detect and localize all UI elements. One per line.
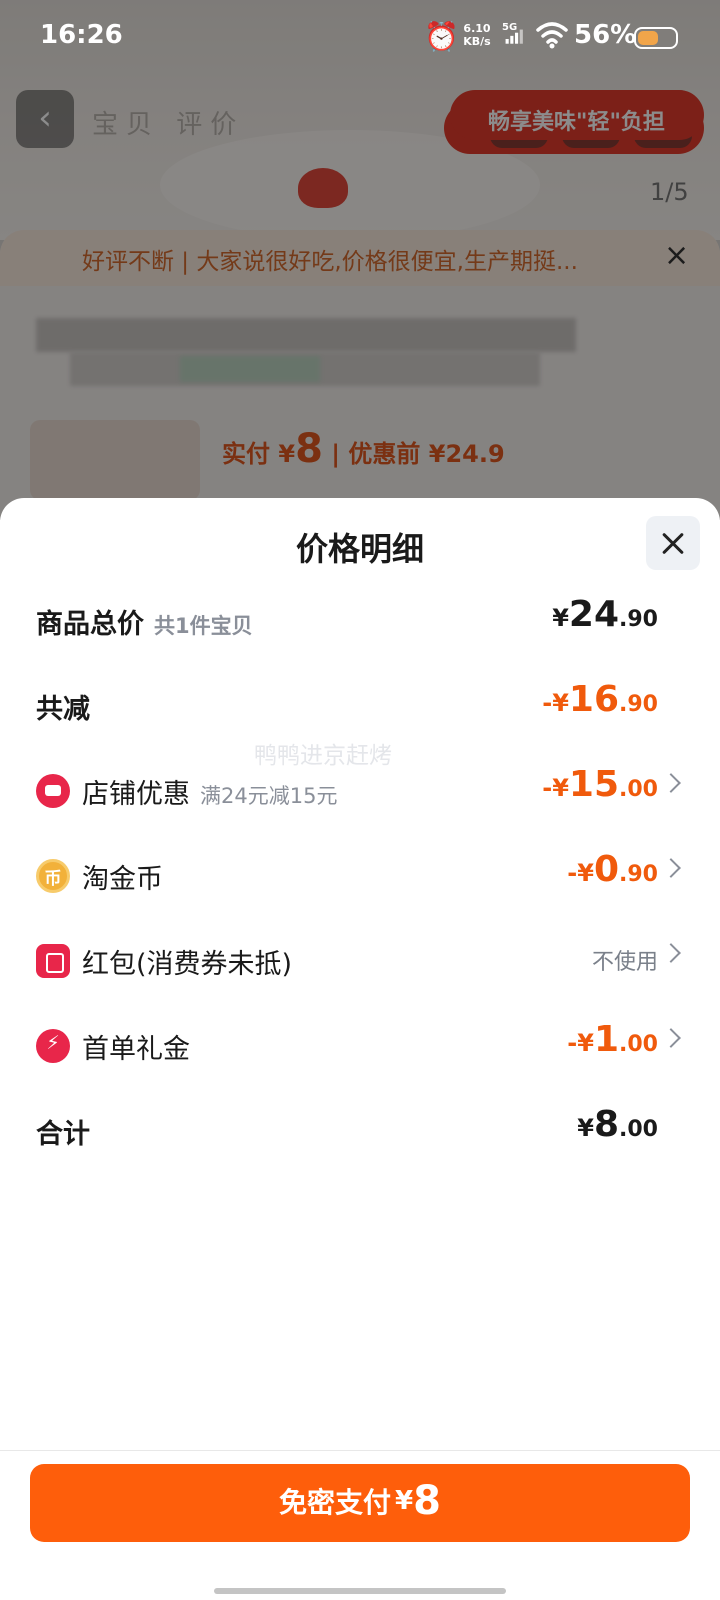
subtotal-amount: ¥24.90 — [552, 594, 658, 635]
battery-percent: 56% — [574, 20, 637, 50]
store-discount-row[interactable]: 店铺优惠 满24元减15元 -¥15.00 — [0, 760, 720, 820]
network-speed: 6.10 KB/s — [463, 22, 491, 48]
battery-icon — [634, 27, 678, 49]
chevron-right-icon — [661, 943, 681, 963]
row-label: 淘金币 — [82, 864, 163, 895]
row-label: 商品总价 共1件宝贝 — [36, 609, 253, 640]
status-time: 16:26 — [40, 20, 123, 50]
footer-divider — [0, 1450, 720, 1451]
first-order-gift-amount: -¥1.00 — [567, 1019, 658, 1060]
discount-rule: 满24元减15元 — [200, 784, 338, 808]
alarm-icon: ⏰ — [424, 20, 459, 53]
red-packet-icon — [36, 944, 70, 978]
red-packet-status: 不使用 — [591, 950, 658, 975]
chevron-right-icon — [661, 858, 681, 878]
lightning-icon — [36, 1029, 70, 1063]
signal-icon — [505, 29, 523, 44]
coin-discount-row[interactable]: 淘金币 -¥0.90 — [0, 845, 720, 905]
store-discount-amount: -¥15.00 — [542, 764, 658, 805]
home-indicator[interactable] — [214, 1588, 506, 1594]
row-label: 共减 — [36, 694, 90, 725]
total-row: 合计 ¥8.00 — [0, 1100, 720, 1160]
pay-amount: 8 — [413, 1478, 441, 1524]
pay-button[interactable]: 免密支付 ¥8 — [30, 1464, 690, 1542]
pay-currency: ¥ — [395, 1486, 414, 1516]
price-detail-sheet: 价格明细 鸭鸭进京赶烤 商品总价 共1件宝贝 ¥24.90 共减 -¥16.90 … — [0, 498, 720, 1600]
battery-fill — [638, 31, 658, 45]
close-button[interactable] — [646, 516, 700, 570]
row-label: 首单礼金 — [82, 1034, 190, 1065]
coin-icon — [36, 859, 70, 893]
background-product-page: ‹ 宝贝 评价 ↗ 56 ··· 畅享美味"轻"负担 1/5 好评不断 | 大家… — [0, 0, 720, 520]
row-label: 红包(消费券未抵) — [82, 949, 293, 980]
chevron-right-icon — [661, 773, 681, 793]
coin-discount-amount: -¥0.90 — [567, 849, 658, 890]
row-label: 店铺优惠 满24元减15元 — [82, 779, 338, 810]
wifi-icon — [536, 22, 568, 49]
row-label: 合计 — [36, 1119, 90, 1150]
item-count: 共1件宝贝 — [154, 614, 253, 638]
subtotal-row: 商品总价 共1件宝贝 ¥24.90 — [0, 590, 720, 650]
modal-overlay[interactable] — [0, 0, 720, 520]
pay-label: 免密支付 — [279, 1486, 392, 1519]
total-amount: ¥8.00 — [577, 1104, 658, 1145]
first-order-gift-row[interactable]: 首单礼金 -¥1.00 — [0, 1015, 720, 1075]
red-packet-row[interactable]: 红包(消费券未抵) 不使用 — [0, 930, 720, 990]
total-discount-row: 共减 -¥16.90 — [0, 675, 720, 735]
chevron-right-icon — [661, 1028, 681, 1048]
status-bar: 16:26 ⏰ 6.10 KB/s 5G 56% — [0, 0, 720, 76]
store-icon — [36, 774, 70, 808]
sheet-title: 价格明细 — [295, 530, 424, 568]
total-discount-amount: -¥16.90 — [542, 679, 658, 720]
